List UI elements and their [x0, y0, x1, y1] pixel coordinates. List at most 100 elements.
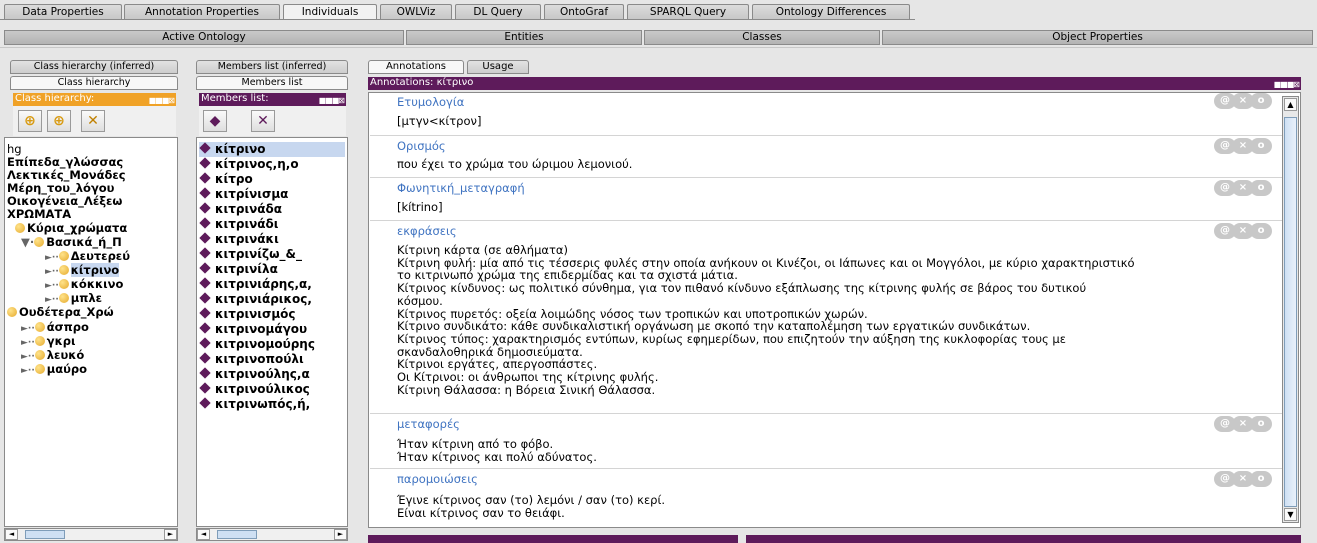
collapse-icon[interactable]: ►··	[45, 281, 59, 291]
list-item[interactable]: κιτρινομάγου	[199, 322, 307, 337]
add-sibling-icon[interactable]: ⊕	[47, 110, 71, 132]
scroll-down-icon[interactable]: ▼	[1284, 508, 1297, 521]
collapse-icon[interactable]: ►··	[21, 366, 35, 376]
edit-icon[interactable]: o	[1250, 138, 1272, 154]
edit-icon[interactable]: o	[1250, 93, 1272, 109]
list-item[interactable]: κιτρινομούρης	[199, 337, 315, 352]
tab-class-hierarchy-inferred[interactable]: Class hierarchy (inferred)	[10, 60, 178, 74]
individual-icon	[199, 367, 211, 379]
list-item[interactable]: κιτρινούλης,α	[199, 367, 310, 382]
class-hierarchy-title-text: Class hierarchy:	[15, 93, 95, 104]
tab-object-properties[interactable]: Object Properties	[882, 30, 1313, 45]
entity-tab-bar: Active Ontology Entities Classes Object …	[0, 30, 1317, 45]
list-item[interactable]: κιτρίνισμα	[199, 187, 288, 202]
scroll-thumb[interactable]	[25, 530, 65, 539]
list-item-label: κίτρινο	[215, 142, 266, 156]
edit-icon[interactable]: o	[1250, 223, 1272, 239]
annotation-property[interactable]: μεταφορές	[397, 417, 460, 431]
tab-annotation-properties[interactable]: Annotation Properties	[124, 4, 280, 20]
window-controls-icon[interactable]: ■■■⊠	[1274, 79, 1300, 90]
window-controls-icon[interactable]: ■■■⊠	[319, 95, 345, 106]
tree-item[interactable]: ►·· μπλε	[45, 292, 102, 306]
annotation-property[interactable]: εκφράσεις	[397, 224, 457, 238]
list-item-selected[interactable]: κίτρινο	[199, 142, 345, 157]
tab-entities[interactable]: Entities	[406, 30, 642, 45]
list-item[interactable]: κιτρινισμός	[199, 307, 296, 322]
tab-active-ontology[interactable]: Active Ontology	[4, 30, 404, 45]
expand-icon[interactable]: ▼·	[21, 235, 34, 249]
list-item[interactable]: κιτρινάδι	[199, 217, 279, 232]
tree-item[interactable]: ►·· γκρι	[21, 335, 75, 349]
window-controls-icon[interactable]: ■■■⊠	[149, 95, 175, 106]
tree-item[interactable]: ►·· Δευτερεύ	[45, 250, 130, 264]
list-item[interactable]: κιτρινίλα	[199, 262, 278, 277]
list-item[interactable]: κίτρο	[199, 172, 253, 187]
tree-item[interactable]: ►·· μαύρο	[21, 363, 87, 377]
tab-members-list[interactable]: Members list	[196, 76, 348, 90]
tab-members-inferred[interactable]: Members list (inferred)	[196, 60, 348, 74]
scroll-left-icon[interactable]: ◄	[5, 529, 18, 540]
tab-data-properties[interactable]: Data Properties	[4, 4, 122, 20]
annotation-row: παρομοιώσεις Έγινε κίτρινος σαν (το) λεμ…	[370, 469, 1282, 527]
tab-individuals[interactable]: Individuals	[283, 4, 377, 20]
list-item[interactable]: κιτρινίζω_&_	[199, 247, 302, 262]
individual-icon	[199, 247, 211, 259]
tree-item[interactable]: ►·· άσπρο	[21, 321, 89, 335]
tab-class-hierarchy[interactable]: Class hierarchy	[10, 76, 178, 90]
edit-icon[interactable]: o	[1250, 180, 1272, 196]
tree-item[interactable]: Κύρια_χρώματα	[15, 222, 127, 235]
list-item-label: κιτρινούλης,α	[215, 367, 310, 381]
individual-icon	[199, 157, 211, 169]
class-tree-hscrollbar[interactable]: ◄ ►	[4, 528, 178, 541]
list-item[interactable]: κιτρινούλικος	[199, 382, 310, 397]
annotations-vscrollbar[interactable]: ▲ ▼	[1282, 96, 1299, 523]
tree-item[interactable]: ►·· κόκκινο	[45, 278, 123, 292]
tab-annotations[interactable]: Annotations	[368, 60, 464, 74]
scroll-up-icon[interactable]: ▲	[1284, 98, 1297, 111]
list-item[interactable]: κιτρινάδα	[199, 202, 282, 217]
list-item[interactable]: κιτρινιάρικος,	[199, 292, 312, 307]
collapse-icon[interactable]: ►··	[45, 253, 59, 263]
edit-icon[interactable]: o	[1250, 416, 1272, 432]
members-hscrollbar[interactable]: ◄ ►	[196, 528, 348, 541]
tree-item[interactable]: ▼· Βασικά_ή_Π	[21, 236, 122, 249]
scroll-thumb[interactable]	[217, 530, 257, 539]
scroll-right-icon[interactable]: ►	[164, 529, 177, 540]
list-item[interactable]: κίτρινος,η,ο	[199, 157, 299, 172]
add-individual-icon[interactable]: ◆	[203, 110, 227, 132]
collapse-icon[interactable]: ►··	[21, 338, 35, 348]
annotation-value: [μτγν<κίτρον]	[397, 114, 482, 128]
annotation-value: [kítrino]	[397, 200, 443, 214]
list-item-label: κιτρινάδι	[215, 217, 279, 231]
list-item[interactable]: κιτρινάκι	[199, 232, 279, 247]
tree-item[interactable]: ΧΡΩΜΑΤΑ	[7, 208, 71, 221]
delete-individual-icon[interactable]: ✕	[251, 110, 275, 132]
collapse-icon[interactable]: ►··	[45, 295, 59, 305]
tab-usage[interactable]: Usage	[467, 60, 529, 74]
tab-classes[interactable]: Classes	[644, 30, 880, 45]
tab-sparql-query[interactable]: SPARQL Query	[627, 4, 749, 20]
scroll-left-icon[interactable]: ◄	[197, 529, 210, 540]
list-item[interactable]: κιτρινωπός,ή,	[199, 397, 310, 412]
tab-dl-query[interactable]: DL Query	[455, 4, 541, 20]
tab-ontograf[interactable]: OntoGraf	[544, 4, 624, 20]
list-item[interactable]: κιτρινοπούλι	[199, 352, 304, 367]
scroll-thumb[interactable]	[1284, 117, 1297, 507]
tab-ontology-differences[interactable]: Ontology Differences	[752, 4, 910, 20]
tree-item[interactable]: Ουδέτερα_Χρώ	[7, 306, 114, 319]
tree-item-selected[interactable]: ►·· κίτρινο	[45, 263, 120, 277]
annotation-property[interactable]: Ορισμός	[397, 139, 446, 153]
tree-item[interactable]: ►·· λευκό	[21, 349, 84, 363]
collapse-icon[interactable]: ►··	[21, 352, 35, 362]
collapse-icon[interactable]: ►··	[45, 267, 59, 277]
tab-owlviz[interactable]: OWLViz	[380, 4, 452, 20]
annotation-property[interactable]: Φωνητική_μεταγραφή	[397, 181, 525, 195]
edit-icon[interactable]: o	[1250, 471, 1272, 487]
annotation-property[interactable]: παρομοιώσεις	[397, 472, 478, 486]
collapse-icon[interactable]: ►··	[21, 324, 35, 334]
scroll-right-icon[interactable]: ►	[334, 529, 347, 540]
delete-class-icon[interactable]: ✕	[81, 110, 105, 132]
list-item[interactable]: κιτρινιάρης,α,	[199, 277, 312, 292]
add-subclass-icon[interactable]: ⊕	[18, 110, 42, 132]
annotation-property[interactable]: Ετυμολογία	[397, 95, 464, 109]
